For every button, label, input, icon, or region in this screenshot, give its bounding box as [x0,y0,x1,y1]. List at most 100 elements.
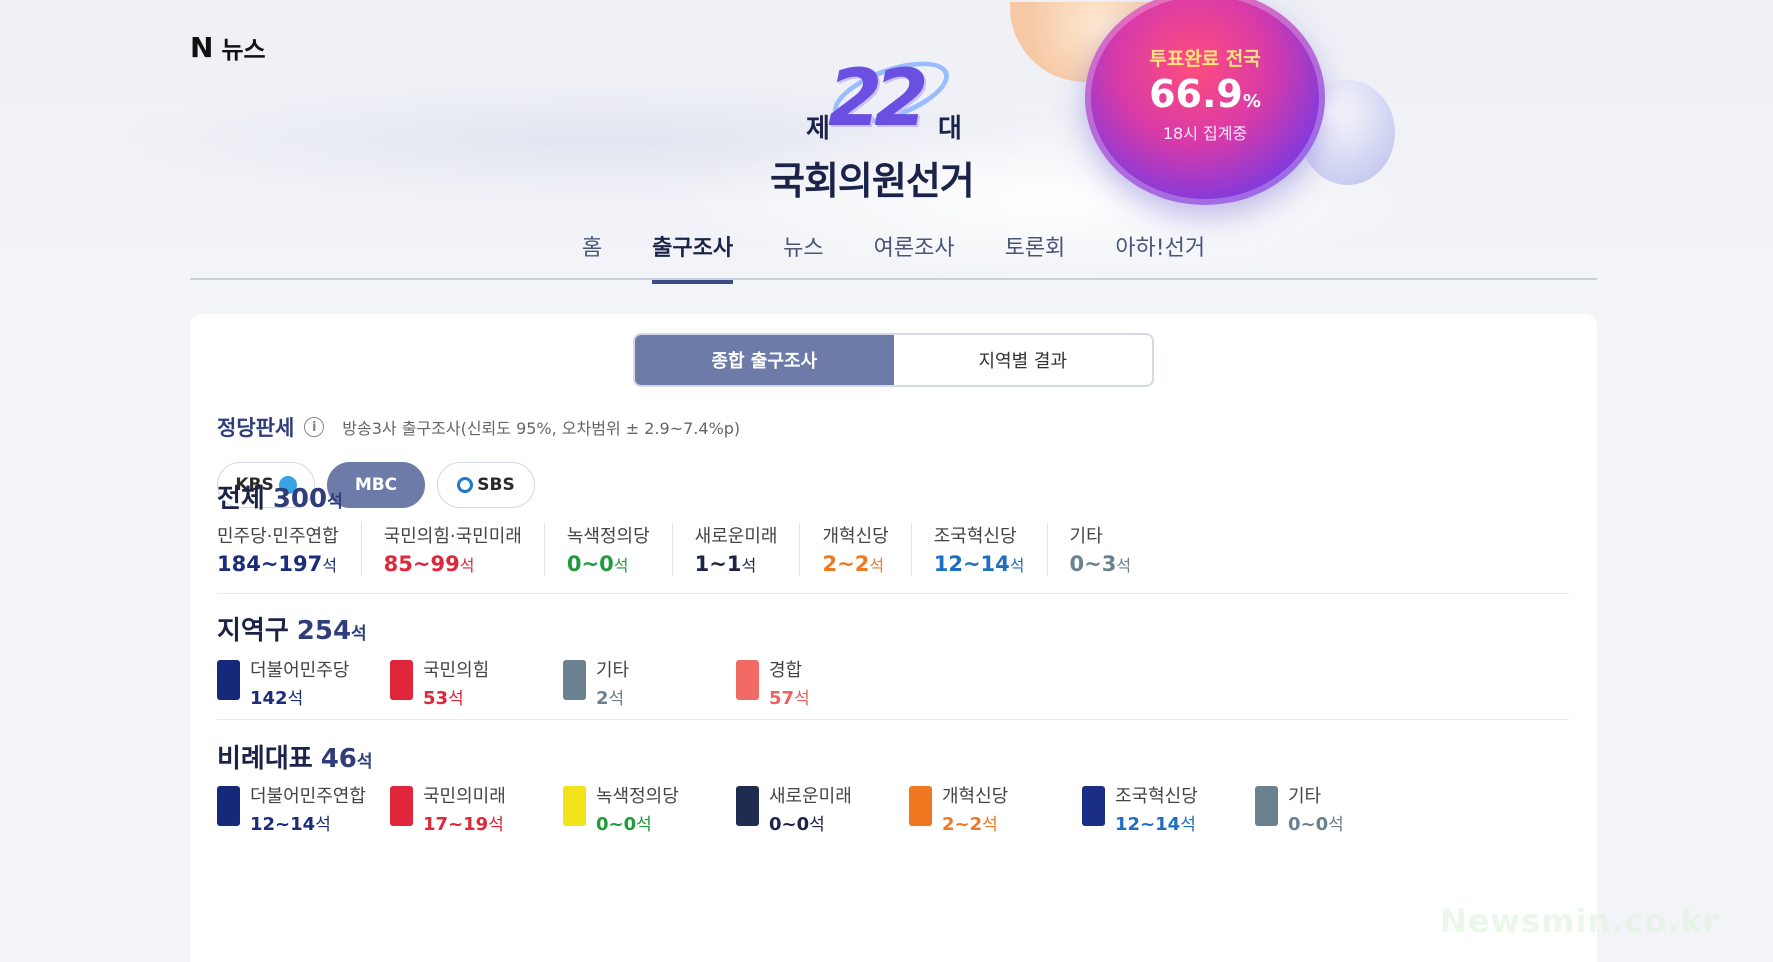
proportional-party-item: 개혁신당 2~2석 [909,782,1082,835]
turnout-unit: % [1242,91,1261,112]
district-party-item: 경합 57석 [736,656,909,709]
regional-results-tab[interactable]: 지역별 결과 [894,335,1153,385]
seat-unit: 석 [1009,556,1025,575]
party-logo-icon [563,786,586,826]
seat-count: 12~14석 [250,810,366,835]
seat-range: 184~197석 [217,552,339,576]
seat-count-value: 2 [596,688,609,709]
proportional-party-item: 기타 0~0석 [1255,782,1428,835]
broadcaster-sbs-button[interactable]: SBS [437,462,535,508]
seat-range-value: 85~99 [383,552,460,576]
overall-exit-poll-tab[interactable]: 종합 출구조사 [635,335,894,385]
seat-unit: 석 [613,556,629,575]
overall-count-num: 300 [272,484,328,514]
naver-n-icon: N [190,31,214,64]
party-name: 국민의힘·국민미래 [383,526,522,547]
party-logo-icon [217,786,240,826]
party-name: 기타 [1288,786,1322,807]
party-text: 개혁신당 2~2석 [942,782,1008,835]
nav-tab[interactable]: 아하!선거 [1115,230,1205,284]
party-text: 조국혁신당 12~14석 [1115,782,1198,835]
overall-party-item: 국민의힘·국민미래 85~99석 [360,522,544,576]
district-count: 254석 [297,616,367,646]
proportional-party-item: 새로운미래 0~0석 [736,782,909,835]
party-text: 기타 2석 [596,656,629,709]
party-logo-icon [390,660,413,700]
seat-unit: 석 [315,815,331,835]
seat-count: 142석 [250,684,349,709]
seat-count: 12~14석 [1115,810,1198,835]
proportional-party-item: 국민의미래 17~19석 [390,782,563,835]
overall-results: 민주당·민주연합 184~197석 국민의힘·국민미래 85~99석 녹색정의당 0~0석… [217,522,1153,576]
seat-range: 85~99석 [384,552,522,576]
nav-tab[interactable]: 출구조사 [652,230,734,284]
nav-tab[interactable]: 뉴스 [783,230,823,284]
seat-range-value: 12~14 [933,552,1010,576]
seat-range-value: 184~197 [217,552,323,576]
nav-tab[interactable]: 홈 [582,230,602,284]
party-name: 경합 [769,660,803,681]
party-name: 개혁신당 [822,526,889,547]
proportional-party-item: 녹색정의당 0~0석 [563,782,736,835]
party-text: 더불어민주연합 12~14석 [250,782,366,835]
seat-count-value: 12~14 [1115,814,1181,835]
seat-count-value: 17~19 [423,814,489,835]
seat-range-value: 2~2 [822,552,870,576]
party-name: 민주당·민주연합 [217,526,339,547]
district-party-item: 기타 2석 [563,656,736,709]
seat-count: 0~0석 [1288,810,1344,835]
poll-note: 방송3사 출구조사(신뢰도 95%, 오차범위 ± 2.9~7.4%p) [342,419,741,438]
overall-count: 300석 [273,484,343,514]
district-count-num: 254 [296,616,352,646]
info-icon[interactable]: i [304,417,325,437]
turnout-value: 66.9% [1085,72,1325,116]
seat-range-value: 0~3 [1069,552,1117,576]
seat-unit: 석 [287,689,304,709]
seat-range: 0~3석 [1070,552,1132,576]
nav-tab[interactable]: 여론조사 [874,230,955,284]
party-name: 기타 [1069,526,1103,547]
election-emblem: 22 제 대 국회의원선거 [770,48,1010,203]
overall-count-unit: 석 [327,492,343,512]
seat-unit: 석 [869,556,885,575]
naver-news-logo[interactable]: N 뉴스 [190,30,266,65]
result-type-toggle: 종합 출구조사 지역별 결과 [633,333,1154,387]
nav-tab[interactable]: 토론회 [1005,230,1066,284]
party-name: 조국혁신당 [933,526,1017,547]
seat-unit: 석 [636,815,652,835]
turnout-sub: 18시 집계중 [1162,124,1248,143]
proportional-count-unit: 석 [356,752,373,772]
seat-count-value: 57 [769,688,795,709]
seat-unit: 석 [459,556,475,575]
overall-title: 전체 300석 [217,478,343,515]
seat-range: 12~14석 [934,552,1025,576]
seat-count-value: 2~2 [942,814,983,835]
divider [217,593,1569,594]
district-label: 지역구 [217,616,289,646]
seat-count: 0~0석 [596,810,679,835]
party-logo-icon [1255,786,1278,826]
party-name: 새로운미래 [694,526,778,547]
overall-party-item: 녹색정의당 0~0석 [543,522,672,576]
seat-count: 57석 [769,684,810,709]
party-name: 개혁신당 [942,786,1009,807]
seat-count-value: 53 [423,688,449,709]
main-nav: 홈 출구조사 뉴스 여론조사 토론회 아하!선거 [190,218,1597,284]
broadcaster-label: SBS [477,475,515,495]
overall-label: 전체 [217,484,265,514]
overall-party-item: 새로운미래 1~1석 [671,522,800,576]
seat-range-value: 1~1 [694,552,742,576]
party-name: 새로운미래 [769,786,852,807]
party-name: 더불어민주연합 [250,786,366,807]
emblem-dae: 대 [938,114,962,144]
party-text: 녹색정의당 0~0석 [596,782,679,835]
seat-unit: 석 [794,689,810,709]
party-status-header: 정당판세 i 방송3사 출구조사(신뢰도 95%, 오차범위 ± 2.9~7.4… [217,412,740,442]
party-name: 더불어민주당 [250,660,350,681]
party-logo-icon [736,660,759,700]
election-title: 국회의원선거 [770,159,975,203]
seat-unit: 석 [322,556,338,575]
seat-unit: 석 [448,689,464,709]
seat-range: 2~2석 [822,552,888,576]
district-title: 지역구 254석 [217,610,367,647]
